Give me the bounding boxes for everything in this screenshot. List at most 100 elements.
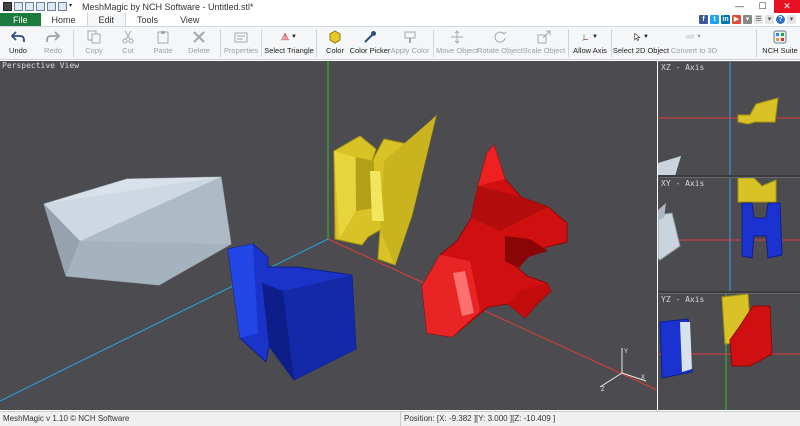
apply-color-label: Apply Color [390, 46, 430, 55]
select-2d-object-button[interactable]: ▼ Select 2D Object [612, 27, 670, 59]
toolbar-separator [568, 29, 569, 57]
copy-icon [86, 30, 102, 44]
maximize-button[interactable]: ☐ [751, 0, 774, 13]
xy-axis-scene [658, 178, 800, 291]
xz-axis-label: XZ - Axis [661, 63, 705, 72]
blue-h-mesh[interactable] [227, 243, 357, 381]
toolbar-separator [73, 29, 74, 57]
color-label: Color [326, 46, 344, 55]
quick-undo-icon[interactable] [47, 2, 56, 11]
cut-button[interactable]: Cut [111, 27, 145, 59]
properties-label: Properties [223, 46, 259, 55]
linkedin-icon[interactable]: in [721, 15, 730, 24]
tab-tools[interactable]: Tools [126, 13, 169, 26]
quick-open-icon[interactable] [25, 2, 34, 11]
menu-bar: File Home Edit Tools View f t in ▶ ▾ ☰ ▾… [0, 13, 800, 27]
rotate-object-button[interactable]: Rotate Object [477, 27, 523, 59]
youtube-icon[interactable]: ▶ [732, 15, 741, 24]
color-button[interactable]: Color [320, 27, 350, 59]
grey-prism-mesh[interactable] [43, 176, 232, 286]
paste-label: Paste [153, 46, 173, 55]
xy-blue-mesh[interactable] [741, 202, 783, 259]
quick-save-icon[interactable] [36, 2, 45, 11]
tab-edit[interactable]: Edit [86, 13, 127, 26]
perspective-scene[interactable]: Y X Z [0, 61, 657, 410]
status-bar: MeshMagic v 1.10 © NCH Software Position… [0, 411, 800, 426]
apply-color-button[interactable]: Apply Color [390, 27, 430, 59]
redo-icon [45, 30, 61, 44]
app-icon [3, 2, 12, 11]
window-controls: — ☐ ✕ [728, 0, 800, 13]
yz-axis-label: YZ - Axis [661, 295, 705, 304]
allow-axis-icon: ▼ [582, 30, 598, 44]
axis-gizmo: Y X Z [599, 348, 647, 393]
tab-view[interactable]: View [169, 13, 210, 26]
copy-button[interactable]: Copy [77, 27, 111, 59]
xy-axis-label: XY - Axis [661, 179, 705, 188]
properties-icon [233, 30, 249, 44]
more-social-icon[interactable]: ▾ [743, 15, 752, 24]
minimize-button[interactable]: — [728, 0, 751, 13]
move-object-icon [449, 30, 465, 44]
perspective-view-label: Perspective View [2, 61, 80, 70]
red-knot-mesh[interactable] [421, 144, 568, 338]
quick-redo-icon[interactable] [58, 2, 67, 11]
undo-button[interactable]: Undo [0, 27, 36, 59]
allow-axis-button[interactable]: ▼ Allow Axis [572, 27, 608, 59]
convert-to-3d-label: Convert to 3D [670, 46, 718, 55]
xy-axis-viewport[interactable]: XY - Axis [658, 177, 800, 291]
quick-access-dropdown-icon[interactable]: ▾ [69, 2, 74, 11]
color-picker-button[interactable]: Color Picker [350, 27, 390, 59]
select-triangle-label: Select Triangle [264, 46, 314, 55]
xy-grey-mesh[interactable] [658, 212, 681, 261]
tab-home[interactable]: Home [41, 13, 87, 26]
facebook-icon[interactable]: f [699, 15, 708, 24]
tools-menu-dropdown-icon[interactable]: ▾ [765, 15, 774, 24]
scale-object-button[interactable]: Scale Object [523, 27, 565, 59]
close-button[interactable]: ✕ [774, 0, 800, 13]
select-triangle-button[interactable]: ▼ Select Triangle [264, 27, 314, 59]
help-icon[interactable]: ? [776, 15, 785, 24]
svg-text:Y: Y [624, 349, 628, 355]
tab-file[interactable]: File [0, 13, 41, 26]
convert-to-3d-button[interactable]: ▼ Convert to 3D [667, 27, 721, 59]
scale-object-icon [536, 30, 552, 44]
toolbar-separator [316, 29, 317, 57]
xy-yellow-mesh[interactable] [737, 178, 777, 203]
select-2d-object-label: Select 2D Object [612, 46, 670, 55]
move-object-button[interactable]: Move Object [435, 27, 479, 59]
quick-new-icon[interactable] [14, 2, 23, 11]
move-object-label: Move Object [435, 46, 479, 55]
undo-label: Undo [9, 46, 27, 55]
nch-suite-label: NCH Suite [762, 46, 798, 55]
allow-axis-label: Allow Axis [573, 46, 607, 55]
edit-toolbar: Undo Redo Copy Cut Paste Delete Properti… [0, 27, 800, 60]
cut-icon [120, 30, 136, 44]
yellow-h-mesh[interactable] [333, 114, 437, 266]
properties-button[interactable]: Properties [224, 27, 258, 59]
xz-axis-scene [658, 62, 800, 175]
color-icon [327, 30, 343, 44]
window-title: MeshMagic by NCH Software - Untitled.stl… [82, 1, 254, 12]
xz-grey-mesh[interactable] [658, 156, 681, 175]
help-dropdown-icon[interactable]: ▾ [787, 15, 796, 24]
redo-button[interactable]: Redo [36, 27, 70, 59]
paste-icon [155, 30, 171, 44]
yz-axis-viewport[interactable]: YZ - Axis [658, 293, 800, 410]
apply-color-icon [402, 30, 418, 44]
xz-axis-viewport[interactable]: XZ - Axis [658, 61, 800, 175]
axis-view-panel: XZ - Axis XY - Axis YZ - Axis [658, 61, 800, 410]
delete-button[interactable]: Delete [181, 27, 217, 59]
toolbar-separator [220, 29, 221, 57]
paste-button[interactable]: Paste [145, 27, 181, 59]
rotate-object-icon [492, 30, 508, 44]
tools-menu-icon[interactable]: ☰ [754, 15, 763, 24]
nch-suite-button[interactable]: NCH Suite [760, 27, 800, 59]
perspective-viewport[interactable]: Y X Z Perspective View [0, 61, 657, 410]
twitter-icon[interactable]: t [710, 15, 719, 24]
xz-yellow-mesh[interactable] [737, 97, 779, 125]
select-2d-object-icon: ▼ [633, 30, 649, 44]
convert-3d-icon: ▼ [686, 30, 702, 44]
social-links: f t in ▶ ▾ ☰ ▾ ? ▾ [699, 15, 796, 24]
yz-grey-mesh[interactable] [680, 322, 692, 372]
